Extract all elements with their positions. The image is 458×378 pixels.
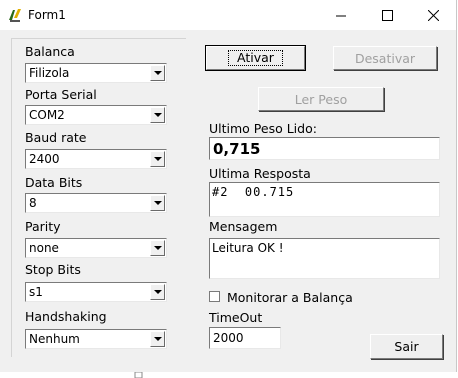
ativar-label: Ativar (228, 50, 283, 66)
handshaking-label: Handshaking (25, 309, 107, 324)
app-icon (9, 9, 21, 22)
baud-select[interactable]: 2400 (25, 149, 167, 169)
ultima-resposta-value: #2 00.715 (212, 185, 295, 199)
parity-value: none (29, 241, 59, 255)
sair-label: Sair (394, 339, 419, 354)
maximize-icon (381, 9, 393, 21)
ler-peso-label: Ler Peso (294, 91, 348, 107)
databits-value: 8 (29, 196, 37, 210)
handshaking-select[interactable]: Nenhum (25, 329, 167, 349)
chevron-down-icon[interactable] (150, 65, 165, 81)
ultima-resposta-field[interactable]: #2 00.715 (209, 182, 440, 217)
ultimo-peso-field[interactable]: 0,715 (209, 137, 440, 160)
minimize-button[interactable] (318, 0, 364, 30)
porta-value: COM2 (29, 108, 65, 122)
databits-label: Data Bits (25, 175, 83, 190)
mensagem-value: Leitura OK ! (212, 241, 284, 255)
parity-select[interactable]: none (25, 238, 167, 258)
chevron-down-icon[interactable] (150, 195, 165, 211)
mensagem-field[interactable]: Leitura OK ! (209, 238, 440, 279)
title-bar[interactable]: Form1 (0, 0, 456, 30)
background-strip (0, 372, 458, 378)
close-icon (427, 9, 439, 21)
monitorar-label[interactable]: Monitorar a Balança (227, 290, 353, 305)
handshaking-value: Nenhum (29, 332, 80, 346)
chevron-down-icon[interactable] (150, 331, 165, 347)
close-button[interactable] (410, 0, 456, 30)
chevron-down-icon[interactable] (150, 284, 165, 300)
stopbits-select[interactable]: s1 (25, 282, 167, 302)
maximize-button[interactable] (364, 0, 410, 30)
ultimo-peso-label: Ultimo Peso Lido: (209, 121, 317, 136)
porta-label: Porta Serial (25, 87, 97, 102)
baud-value: 2400 (29, 152, 60, 166)
chevron-down-icon[interactable] (150, 151, 165, 167)
monitorar-checkbox[interactable] (209, 291, 220, 302)
ultima-resposta-label: Ultima Resposta (209, 166, 311, 181)
file-icon (134, 372, 143, 378)
stopbits-label: Stop Bits (25, 262, 81, 277)
minimize-icon (335, 15, 346, 16)
ultimo-peso-value: 0,715 (213, 140, 261, 158)
baud-label: Baud rate (25, 130, 87, 145)
desativar-label: Desativar (354, 50, 416, 66)
timeout-value: 2000 (213, 331, 244, 345)
chevron-down-icon[interactable] (150, 107, 165, 123)
ativar-button[interactable]: Ativar (205, 45, 306, 71)
form1-window: Form1 Balanca Filizola Porta Serial COM2… (0, 0, 457, 373)
desativar-button[interactable]: Desativar (333, 46, 437, 70)
timeout-input[interactable]: 2000 (209, 327, 281, 349)
chevron-down-icon[interactable] (150, 240, 165, 256)
parity-label: Parity (25, 219, 61, 234)
sair-button[interactable]: Sair (370, 334, 443, 359)
databits-select[interactable]: 8 (25, 193, 167, 213)
mensagem-label: Mensagem (209, 219, 278, 234)
balanca-select[interactable]: Filizola (25, 63, 167, 83)
balanca-label: Balanca (25, 44, 75, 59)
ler-peso-button[interactable]: Ler Peso (258, 87, 384, 111)
timeout-label: TimeOut (209, 310, 263, 325)
balanca-value: Filizola (29, 66, 70, 80)
stopbits-value: s1 (29, 285, 43, 299)
porta-select[interactable]: COM2 (25, 105, 167, 125)
window-title: Form1 (28, 8, 66, 22)
